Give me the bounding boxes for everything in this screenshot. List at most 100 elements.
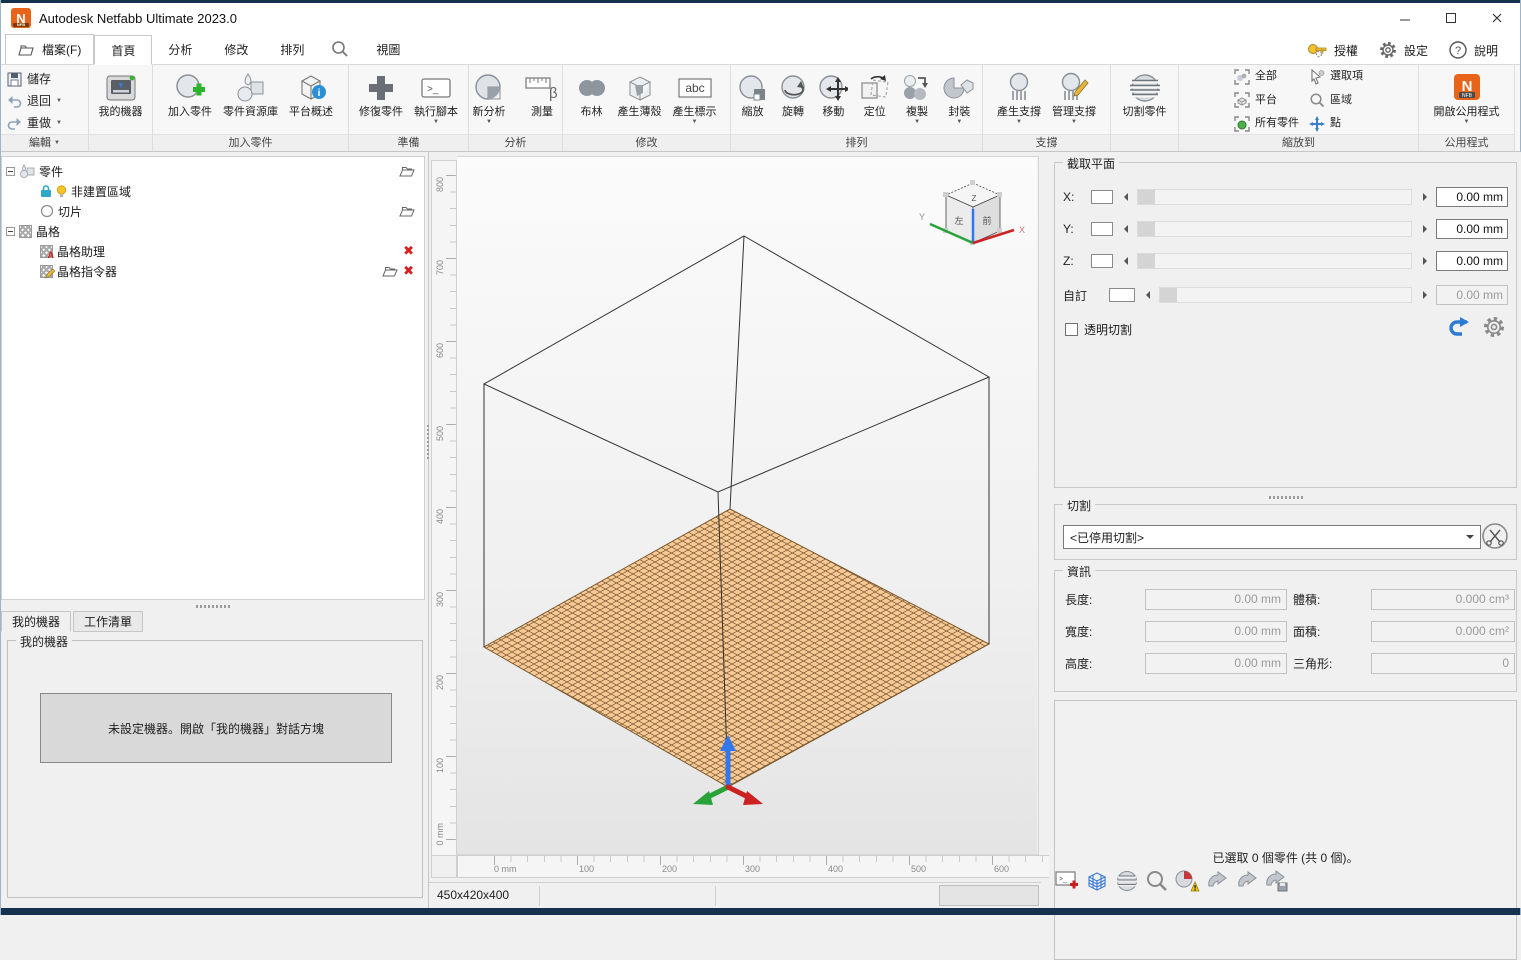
- move-button[interactable]: 移動: [814, 67, 853, 134]
- tree-item-parts[interactable]: 零件: [4, 161, 422, 181]
- zoom-all-button[interactable]: 全部: [1234, 68, 1299, 85]
- collapse-icon[interactable]: [6, 227, 15, 236]
- clip-z-right-arrow[interactable]: [1418, 253, 1430, 269]
- clip-y-value-input[interactable]: [1436, 219, 1508, 239]
- lattice-view-button[interactable]: [1084, 868, 1110, 894]
- part-library-button[interactable]: 零件資源庫: [218, 67, 283, 134]
- add-part-button[interactable]: 加入零件: [163, 67, 217, 134]
- rotate-button[interactable]: 旋轉: [773, 67, 812, 134]
- transparent-cut-row[interactable]: 透明切割: [1065, 321, 1132, 338]
- redo-button[interactable]: 重做 ▼: [7, 114, 82, 132]
- collapse-icon[interactable]: [6, 167, 15, 176]
- clip-y-slider[interactable]: [1137, 221, 1412, 237]
- tree-item-lattice[interactable]: 晶格: [4, 221, 422, 241]
- my-machine-button[interactable]: 我的機器: [94, 67, 148, 134]
- lock-icon[interactable]: [40, 185, 52, 198]
- clip-custom-left-arrow[interactable]: [1141, 287, 1153, 303]
- run-script-button[interactable]: >_ 執行腳本 ▼: [409, 67, 463, 134]
- viewport-3d-scene[interactable]: 左 前 Z Y X: [457, 156, 1039, 855]
- generate-support-button[interactable]: 產生支撐 ▼: [992, 67, 1046, 134]
- clipping-settings-gear-icon[interactable]: [1482, 315, 1506, 339]
- tree-item-slices[interactable]: 切片: [4, 201, 422, 221]
- zoom-platform-button[interactable]: 平台: [1234, 92, 1299, 109]
- tab-my-machine[interactable]: 我的機器: [1, 611, 71, 632]
- clip-custom-right-arrow[interactable]: [1418, 287, 1430, 303]
- parts-tree[interactable]: 零件 非建置區域 切片 晶格: [1, 156, 425, 600]
- tab-view[interactable]: 視圖: [360, 34, 416, 64]
- package-save-button[interactable]: [1264, 868, 1290, 894]
- repair-part-button[interactable]: 修復零件: [354, 67, 408, 134]
- open-utility-button[interactable]: NNFB 開啟公用程式 ▼: [1429, 67, 1505, 134]
- search-button[interactable]: [320, 34, 360, 64]
- package-in-button[interactable]: [1234, 868, 1260, 894]
- tab-analysis[interactable]: 分析: [152, 34, 208, 64]
- measure-button[interactable]: β 測量: [516, 67, 568, 134]
- scale-button[interactable]: 縮放: [733, 67, 772, 134]
- tab-job-list[interactable]: 工作清單: [73, 611, 143, 632]
- tab-arrange[interactable]: 排列: [264, 34, 320, 64]
- clip-z-slider[interactable]: [1137, 253, 1412, 269]
- close-button[interactable]: [1474, 3, 1520, 33]
- edit-group-label[interactable]: 編輯▼: [1, 134, 88, 151]
- cut-tool-button[interactable]: [1480, 521, 1510, 554]
- transparent-cut-checkbox[interactable]: [1065, 323, 1078, 336]
- maximize-button[interactable]: [1428, 3, 1474, 33]
- zoom-point-button[interactable]: 點: [1309, 115, 1363, 132]
- platform-overview-button[interactable]: i 平台概述: [284, 67, 338, 134]
- cuts-dropdown[interactable]: <已停用切割>: [1063, 525, 1481, 549]
- open-folder-icon[interactable]: [382, 265, 399, 278]
- package-out-button[interactable]: [1204, 868, 1230, 894]
- reset-clipping-icon[interactable]: [1448, 316, 1472, 338]
- generate-shell-button[interactable]: 產生薄殼: [613, 67, 667, 134]
- zoom-selection-button[interactable]: 選取項: [1309, 68, 1363, 85]
- clip-custom-enable-box[interactable]: [1109, 288, 1135, 302]
- zoom-mode-button[interactable]: [1144, 868, 1170, 894]
- clip-y-right-arrow[interactable]: [1418, 221, 1430, 237]
- zoom-all-parts-button[interactable]: 所有零件: [1234, 115, 1299, 132]
- clip-z-enable-box[interactable]: [1091, 254, 1113, 268]
- slice-view-button[interactable]: [1114, 868, 1140, 894]
- clip-x-left-arrow[interactable]: [1119, 189, 1131, 205]
- pack-button[interactable]: 封裝 ▼: [939, 67, 980, 134]
- tree-item-lattice-assistant[interactable]: A 晶格助理 ✖: [4, 241, 422, 261]
- clip-z-value-input[interactable]: [1436, 251, 1508, 271]
- clip-y-left-arrow[interactable]: [1119, 221, 1131, 237]
- cut-part-button[interactable]: 切割零件: [1118, 67, 1172, 134]
- manage-support-button[interactable]: 管理支撐 ▼: [1047, 67, 1101, 134]
- analysis-warning-button[interactable]: [1174, 868, 1200, 894]
- visibility-bulb-icon[interactable]: [56, 185, 67, 198]
- tab-modify[interactable]: 修改: [208, 34, 264, 64]
- script-console-button[interactable]: >_: [1054, 868, 1080, 894]
- duplicate-button[interactable]: 複製 ▼: [896, 67, 937, 134]
- tab-home[interactable]: 首頁: [94, 35, 152, 65]
- undo-button[interactable]: 退回 ▼: [7, 92, 82, 110]
- clip-z-left-arrow[interactable]: [1119, 253, 1131, 269]
- save-button[interactable]: 儲存: [7, 71, 82, 89]
- zoom-region-button[interactable]: 區域: [1309, 92, 1363, 109]
- clip-x-slider[interactable]: [1137, 189, 1412, 205]
- delete-icon[interactable]: ✖: [403, 243, 414, 259]
- settings-button[interactable]: 設定: [1370, 36, 1436, 64]
- delete-icon[interactable]: ✖: [403, 263, 414, 279]
- open-folder-icon[interactable]: [399, 205, 416, 218]
- file-menu-button[interactable]: 檔案(F): [5, 34, 94, 64]
- license-button[interactable]: 授權: [1298, 36, 1366, 64]
- boolean-button[interactable]: 布林: [572, 67, 612, 134]
- tree-item-lattice-commander[interactable]: 晶格指令器 ✖: [4, 261, 422, 281]
- clip-x-enable-box[interactable]: [1091, 190, 1113, 204]
- open-folder-icon[interactable]: [399, 165, 416, 178]
- tree-item-no-build-zone[interactable]: 非建置區域: [4, 181, 422, 201]
- clip-custom-slider[interactable]: [1159, 287, 1412, 303]
- position-button[interactable]: 定位: [854, 67, 895, 134]
- minimize-button[interactable]: [1382, 3, 1428, 33]
- generate-label-button[interactable]: abc 產生標示 ▼: [668, 67, 722, 134]
- panel-splitter[interactable]: [1269, 496, 1303, 499]
- titlebar[interactable]: NNFB Autodesk Netfabb Ultimate 2023.0: [1, 3, 1520, 33]
- new-analysis-button[interactable]: 新分析 ▼: [463, 67, 515, 134]
- help-button[interactable]: ? 說明: [1440, 36, 1506, 64]
- clip-x-right-arrow[interactable]: [1418, 189, 1430, 205]
- no-machine-button[interactable]: 未設定機器。開啟「我的機器」對話方塊: [40, 693, 392, 763]
- clip-x-value-input[interactable]: [1436, 187, 1508, 207]
- horizontal-splitter[interactable]: [1, 602, 425, 610]
- clip-y-enable-box[interactable]: [1091, 222, 1113, 236]
